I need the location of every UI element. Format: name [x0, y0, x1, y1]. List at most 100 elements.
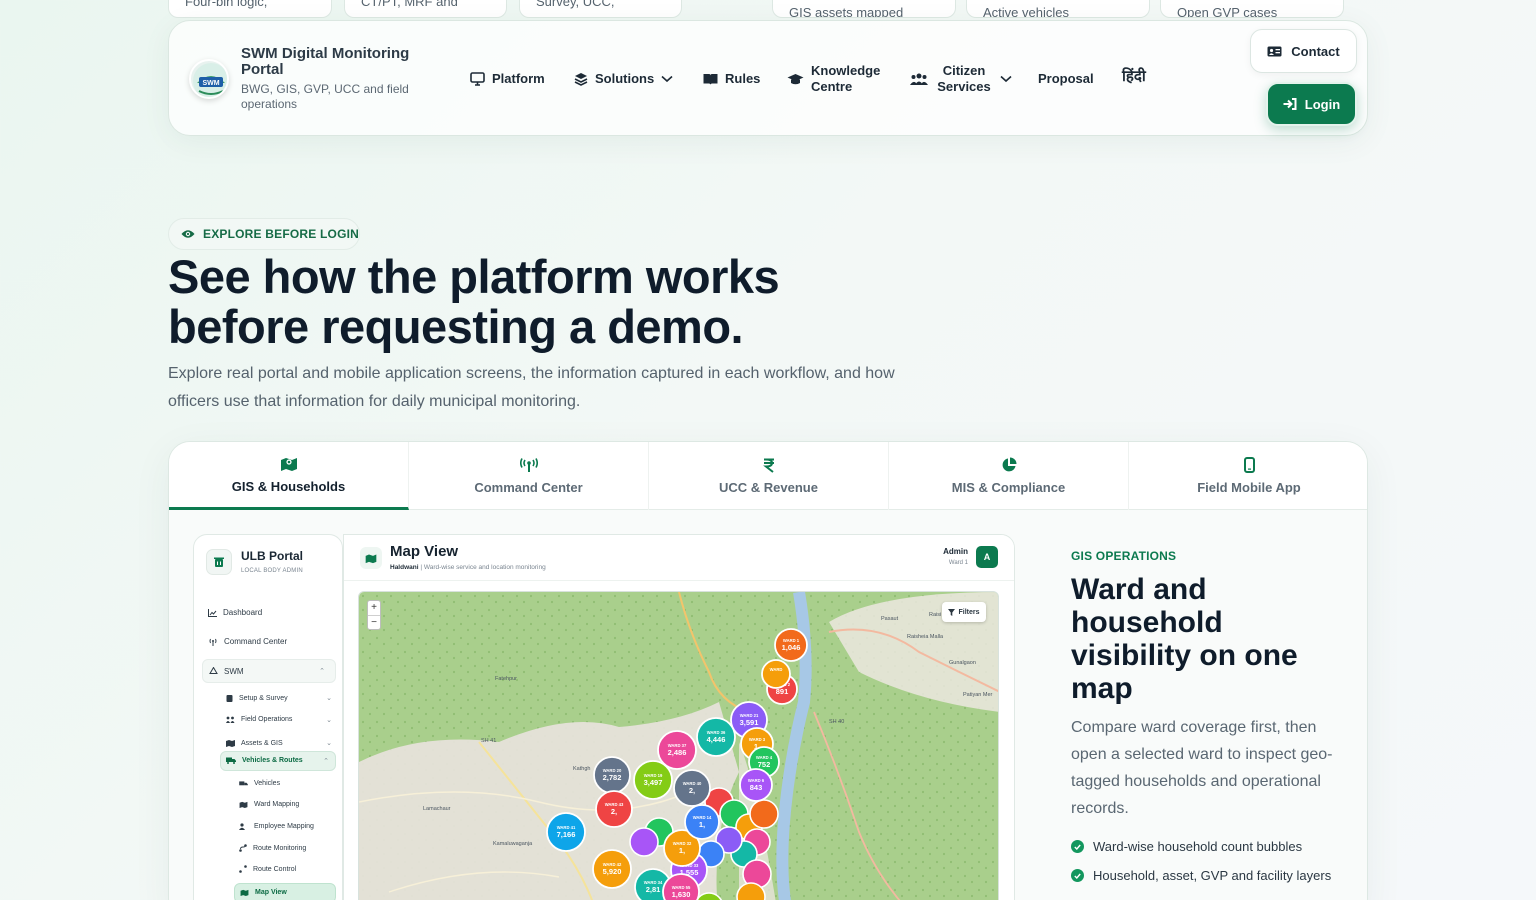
filters-label: Filters: [958, 608, 980, 616]
user-icon: [239, 823, 245, 830]
sidebar-item-vehicles[interactable]: Vehicles: [239, 780, 280, 787]
ward-bubble-count: 752: [758, 760, 771, 769]
check-icon: [1071, 840, 1084, 853]
ward-bubble-count: 843: [750, 783, 763, 792]
sidebar-item-route-control[interactable]: Route Control: [239, 865, 296, 873]
avatar[interactable]: A: [976, 546, 998, 568]
sidebar-item-label: Command Center: [224, 637, 288, 646]
ward-bubble[interactable]: WARD 11,046: [774, 628, 808, 662]
nav-hindi-label: हिंदी: [1122, 68, 1146, 85]
brand-subtitle: BWG, GIS, GVP, UCC and field operations: [241, 82, 409, 111]
ward-bubble[interactable]: WARD 364,446: [696, 717, 736, 757]
ward-bubble[interactable]: WARD 193,497: [633, 760, 673, 800]
ward-bubble[interactable]: WARD 432,: [595, 790, 633, 828]
zoom-out-button[interactable]: −: [368, 615, 380, 630]
brand-logo[interactable]: SWM: [189, 59, 229, 99]
tab-mis-compliance[interactable]: MIS & Compliance: [889, 442, 1129, 510]
sidebar-item-assets-gis[interactable]: Assets & GIS: [226, 739, 283, 747]
nav-rules-label: Rules: [725, 71, 761, 86]
login-button[interactable]: Login: [1266, 82, 1357, 126]
peek-card: GIS assets mapped: [772, 0, 956, 18]
peek-card-text: GIS assets mapped: [789, 5, 904, 18]
ward-bubble-count: 1,: [699, 820, 705, 829]
sidebar-group-swm[interactable]: SWM ⌃: [202, 659, 336, 683]
filters-button[interactable]: Filters: [942, 602, 986, 622]
ward-bubble[interactable]: WARD 425,920: [592, 849, 632, 889]
peek-card-text: Active vehicles: [983, 5, 1069, 18]
ward-bubble-count: 2,: [611, 807, 617, 816]
brand-title[interactable]: SWM Digital Monitoring Portal: [241, 46, 431, 78]
map-place-label: Kamaluwaganja: [493, 841, 533, 847]
ward-bubble-circle[interactable]: [761, 659, 791, 689]
tab-field-mobile-app[interactable]: Field Mobile App: [1129, 442, 1367, 510]
explore-pill: EXPLORE BEFORE LOGIN: [168, 218, 360, 250]
nav-solutions[interactable]: Solutions: [574, 71, 673, 87]
nav-language-toggle[interactable]: हिंदी: [1122, 69, 1146, 85]
sidebar-item-map-view: Map View: [240, 889, 287, 896]
ward-bubble[interactable]: WARD 402,: [673, 769, 711, 807]
nav-proposal[interactable]: Proposal: [1038, 71, 1094, 87]
graduation-cap-icon: [787, 73, 804, 84]
page-description: | Ward-wise service and location monitor…: [420, 564, 546, 571]
ward-bubble-count: 2,81: [646, 885, 661, 894]
chart-line-icon: [208, 608, 217, 617]
sidebar-item-label: Setup & Survey: [239, 694, 288, 702]
zoom-in-button[interactable]: +: [368, 601, 380, 615]
truck-icon: [226, 757, 236, 764]
tab-gis-households[interactable]: GIS & Households: [169, 442, 409, 510]
sidebar-item-ward-mapping[interactable]: Ward Mapping: [239, 801, 299, 808]
route-icon: [239, 865, 247, 873]
zoom-control: + −: [367, 600, 381, 630]
sidebar-item-label: Route Control: [253, 865, 297, 873]
chevron-down-icon: [1000, 75, 1012, 83]
ward-bubble[interactable]: WARD 202,782: [593, 756, 631, 794]
sidebar-item-swm: SWM: [209, 667, 244, 676]
ward-bubble[interactable]: WARD 6843: [739, 768, 773, 802]
sidebar-item-vehicles-routes: Vehicles & Routes: [226, 757, 303, 764]
ward-bubble[interactable]: WARD 417,166: [546, 812, 586, 852]
tab-ucc-revenue[interactable]: UCC & Revenue: [649, 442, 889, 510]
map-canvas[interactable]: Fatehpur Kathgh Lamachaur Kamaluwaganja Rais…: [359, 592, 999, 900]
user-role: Admin: [943, 547, 968, 556]
map-place-label: SH 41: [481, 738, 496, 744]
map-place-label: Raisheia Malla: [907, 634, 944, 640]
peek-card-text: CT/PT, MRF and: [361, 0, 458, 9]
preview-page-title: Map View: [390, 543, 459, 560]
sidebar-item-label: Map View: [255, 889, 287, 896]
nav-citizen-services[interactable]: Citizen Services: [910, 63, 1012, 95]
sidebar-item-field-operations[interactable]: Field Operations: [226, 716, 292, 723]
nav-rules[interactable]: Rules: [703, 71, 760, 87]
ward-bubble-count: 3,497: [644, 778, 663, 787]
preview-header: Map View Haldwani | Ward-wise service an…: [344, 535, 1014, 581]
preview-page-subtitle: Haldwani | Ward-wise service and locatio…: [390, 564, 546, 571]
feature-text: Ward-wise household count bubbles: [1093, 839, 1303, 854]
tab-label: Command Center: [474, 479, 583, 495]
ward-bubble[interactable]: WARD 141,: [684, 804, 720, 840]
sidebar-item-command-center[interactable]: Command Center: [208, 637, 287, 646]
preview-main: Map View Haldwani | Ward-wise service an…: [343, 534, 1015, 900]
ward-cluster-bubble[interactable]: [749, 799, 779, 829]
sidebar-item-route-monitoring[interactable]: Route Monitoring: [239, 844, 306, 852]
portal-preview: ULB Portal LOCAL BODY ADMIN Dashboard Co…: [193, 534, 1015, 900]
route-icon: [239, 844, 247, 852]
sidebar-group-vehicles-routes[interactable]: Vehicles & Routes ⌃: [220, 751, 336, 771]
ward-cluster-bubble[interactable]: [629, 827, 659, 857]
tab-command-center[interactable]: Command Center: [409, 442, 649, 510]
chevron-down-icon: ⌄: [326, 740, 332, 747]
map-icon: [239, 801, 248, 808]
nav-platform[interactable]: Platform: [470, 71, 545, 87]
ward-bubble-count: 1,046: [782, 643, 801, 652]
chevron-down-icon: ⌄: [326, 695, 332, 702]
recycle-bin-icon: [206, 549, 232, 575]
ward-map[interactable]: Fatehpur Kathgh Lamachaur Kamaluwaganja Rais…: [358, 591, 999, 900]
ward-bubble[interactable]: WARD: [761, 659, 791, 689]
sidebar-item-dashboard[interactable]: Dashboard: [208, 608, 262, 617]
sidebar-item-employee-mapping[interactable]: Employee Mapping: [239, 823, 314, 830]
sidebar-item-map-view-active[interactable]: Map View: [234, 883, 336, 900]
contact-button[interactable]: Contact: [1250, 29, 1357, 73]
sidebar-item-label: Field Operations: [241, 716, 293, 723]
chevron-down-icon: [661, 75, 673, 83]
nav-knowledge-centre[interactable]: Knowledge Centre: [787, 63, 887, 95]
map-icon: [280, 457, 297, 471]
sidebar-item-setup-survey[interactable]: Setup & Survey: [226, 694, 288, 702]
